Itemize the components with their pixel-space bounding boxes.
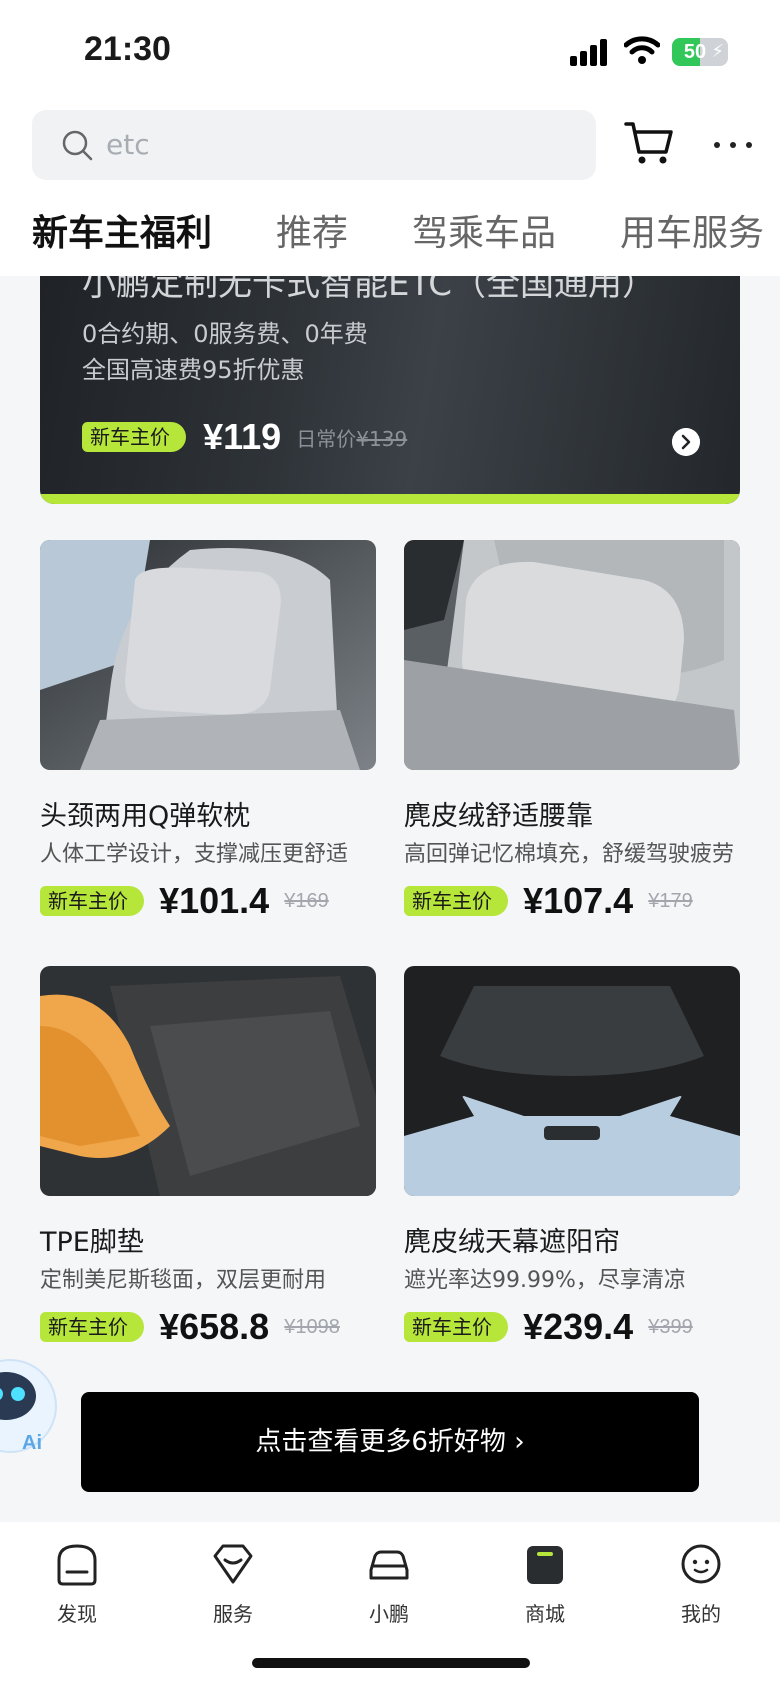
nav-label: 服务 [213,1602,253,1626]
etc-price-row: 新车主价 ¥119 日常价¥139 [82,416,407,457]
search-icon [62,130,93,161]
product-card[interactable]: 麂皮绒天幕遮阳帘 遮光率达99.99%，尽享清凉 新车主价 ¥239.4 ¥39… [404,966,740,1356]
product-original-price: ¥1098 [284,1315,340,1338]
status-time: 21:30 [84,30,171,68]
new-owner-price-badge: 新车主价 [404,1312,508,1342]
nav-label: 我的 [681,1602,721,1626]
tab-car-services[interactable]: 用车服务 [620,206,764,262]
new-owner-price-badge: 新车主价 [40,1312,144,1342]
nav-label: 小鹏 [369,1602,409,1626]
category-tabs: 新车主福利 推荐 驾乘车品 用车服务 [0,206,780,270]
status-bar: 21:30 50 ⚡ [0,0,780,100]
etc-orig-value: ¥139 [356,426,408,451]
product-description: 定制美尼斯毯面，双层更耐用 [40,1268,327,1293]
search-placeholder: etc [106,128,150,161]
product-name: 麂皮绒天幕遮阳帘 [404,1227,620,1258]
product-card[interactable]: 麂皮绒舒适腰靠 高回弹记忆棉填充，舒缓驾驶疲劳 新车主价 ¥107.4 ¥179 [404,540,740,930]
product-price-row: 新车主价 ¥107.4 ¥179 [404,880,693,924]
tab-driving-products[interactable]: 驾乘车品 [412,206,556,262]
product-image-sunshade[interactable] [404,966,740,1196]
nav-item-service[interactable]: 服务 [178,1542,288,1642]
product-original-price: ¥179 [648,889,693,912]
cellular-signal-icon [570,38,610,66]
product-description: 高回弹记忆棉填充，舒缓驾驶疲劳 [404,842,735,867]
product-original-price: ¥399 [648,1315,693,1338]
ai-label: Ai [22,1432,42,1454]
chevron-right-icon[interactable] [672,428,700,456]
etc-original-price: 日常价¥139 [296,423,407,452]
product-price: ¥239.4 [523,1306,634,1347]
tab-new-owner-benefits[interactable]: 新车主福利 [32,206,212,262]
etc-orig-prefix: 日常价 [296,426,357,451]
product-image-headrest[interactable] [40,540,376,770]
mall-icon [527,1546,563,1584]
battery-icon: 50 ⚡ [672,38,728,66]
etc-title: 小鹏定制无卡式智能ETC（全国通用） [82,276,656,304]
nav-label: 发现 [57,1602,97,1626]
product-price-row: 新车主价 ¥658.8 ¥1098 [40,1306,340,1350]
new-owner-price-badge: 新车主价 [40,886,144,916]
home-indicator [252,1658,530,1668]
wifi-icon [624,36,660,64]
product-name: 头颈两用Q弹软枕 [40,801,251,832]
nav-label: 商城 [525,1602,565,1626]
product-price-row: 新车主价 ¥239.4 ¥399 [404,1306,693,1350]
service-icon [213,1544,253,1584]
new-owner-price-badge: 新车主价 [82,422,186,452]
product-price: ¥107.4 [523,880,634,921]
ai-assistant-button[interactable]: Ai [0,1352,60,1460]
etc-promo-banner[interactable]: 小鹏定制无卡式智能ETC（全国通用） 0合约期、0服务费、0年费 全国高速费95… [40,276,740,504]
product-name: 麂皮绒舒适腰靠 [404,801,593,832]
page: 21:30 50 ⚡ etc 新车主福利 推荐 驾乘车品 用车服务 小鹏定制无卡… [0,0,780,1688]
etc-discount-line: 全国高速费95折优惠 [82,356,305,384]
new-owner-price-badge: 新车主价 [404,886,508,916]
nav-item-xpeng[interactable]: 小鹏 [334,1542,444,1642]
view-more-deals-button[interactable]: 点击查看更多6折好物 › [81,1392,699,1492]
product-image-lumbar[interactable] [404,540,740,770]
cart-icon[interactable] [624,120,674,166]
product-original-price: ¥169 [284,889,329,912]
discover-icon [57,1544,97,1586]
product-image-floor-mat[interactable] [40,966,376,1196]
product-card[interactable]: 头颈两用Q弹软枕 人体工学设计，支撑减压更舒适 新车主价 ¥101.4 ¥169 [40,540,376,930]
etc-price: ¥119 [203,416,282,457]
product-description: 遮光率达99.99%，尽享清凉 [404,1268,686,1293]
product-description: 人体工学设计，支撑减压更舒适 [40,842,349,867]
search-input[interactable]: etc [32,110,596,180]
product-name: TPE脚垫 [40,1227,144,1258]
car-icon [369,1550,409,1580]
tab-recommended[interactable]: 推荐 [276,206,348,262]
product-price: ¥658.8 [159,1306,270,1347]
nav-item-mall[interactable]: 商城 [490,1542,600,1642]
nav-item-discover[interactable]: 发现 [22,1542,132,1642]
product-price: ¥101.4 [159,880,270,921]
more-menu-icon[interactable] [712,130,754,160]
charging-bolt-icon: ⚡ [711,41,724,62]
header: etc 新车主福利 推荐 驾乘车品 用车服务 [0,100,780,276]
profile-icon [681,1544,721,1584]
nav-item-profile[interactable]: 我的 [646,1542,756,1642]
product-price-row: 新车主价 ¥101.4 ¥169 [40,880,329,924]
etc-feature-line: 0合约期、0服务费、0年费 [82,320,368,348]
product-card[interactable]: TPE脚垫 定制美尼斯毯面，双层更耐用 新车主价 ¥658.8 ¥1098 [40,966,376,1356]
